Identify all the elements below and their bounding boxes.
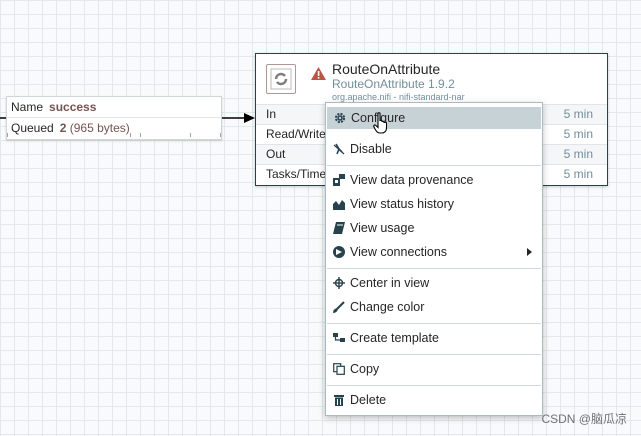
menu-item-center-in-view[interactable]: Center in view (326, 272, 542, 294)
warning-triangle-icon[interactable] (311, 67, 326, 80)
submenu-arrow-icon (527, 248, 532, 256)
menu-item-label: View connections (350, 245, 448, 259)
menu-separator (327, 165, 541, 166)
template-icon (333, 333, 345, 342)
copy-icon (333, 363, 345, 375)
menu-item-copy[interactable]: Copy (326, 358, 542, 380)
provenance-icon (333, 174, 345, 186)
stat-time: 5 min (563, 147, 593, 161)
area-chart-icon (333, 200, 345, 210)
menu-item-label: Change color (350, 300, 425, 314)
menu-item-delete[interactable]: Delete (326, 389, 542, 411)
stat-label: In (266, 107, 277, 121)
menu-item-label: Disable (350, 142, 392, 156)
menu-item-view-connections[interactable]: View connections (326, 241, 542, 263)
connections-icon (333, 246, 345, 258)
processor-bundle: org.apache.nifi - nifi-standard-nar (332, 92, 465, 102)
stat-time: 5 min (563, 127, 593, 141)
backpressure-ticks (7, 133, 221, 137)
stat-label: Out (266, 147, 286, 161)
paintbrush-icon (333, 301, 345, 313)
menu-item-create-template[interactable]: Create template (326, 327, 542, 349)
menu-item-view-status-history[interactable]: View status history (326, 193, 542, 215)
stat-label: Tasks/Time (266, 167, 327, 181)
menu-item-disable[interactable]: Disable (326, 138, 542, 160)
processor-header: RouteOnAttribute RouteOnAttribute 1.9.2 … (256, 54, 607, 105)
menu-item-label: View status history (350, 197, 454, 211)
menu-item-label: Copy (350, 362, 380, 376)
menu-item-configure[interactable]: Configure (327, 107, 541, 129)
stat-time: 5 min (563, 167, 593, 181)
hand-cursor-icon (373, 112, 388, 134)
book-icon (333, 222, 345, 234)
menu-item-label: Center in view (350, 276, 430, 290)
disable-icon (333, 143, 345, 155)
stat-time: 5 min (563, 107, 593, 121)
processor-icon (266, 64, 296, 94)
watermark: CSDN @脑瓜凉 (541, 412, 627, 426)
gear-icon (334, 112, 346, 124)
processor-name: RouteOnAttribute (332, 61, 441, 77)
menu-separator (327, 385, 541, 386)
connection-name-row: Name success (7, 97, 221, 117)
menu-separator (327, 268, 541, 269)
menu-item-label: Create template (350, 331, 439, 345)
trash-icon (334, 395, 344, 406)
crosshair-icon (333, 277, 345, 289)
menu-item-label: View data provenance (350, 173, 474, 187)
processor-type: RouteOnAttribute 1.9.2 (332, 77, 455, 91)
menu-item-view-data-provenance[interactable]: View data provenance (326, 169, 542, 191)
context-menu: Configure Disable View data provenance V… (325, 102, 543, 416)
connection-name-value: success (49, 100, 97, 114)
connection-label[interactable]: Name success Queued 2 (965 bytes) (6, 96, 222, 140)
menu-item-change-color[interactable]: Change color (326, 296, 542, 318)
menu-item-view-usage[interactable]: View usage (326, 217, 542, 239)
connection-name-label: Name (11, 100, 44, 114)
menu-item-label: Delete (350, 393, 387, 407)
menu-separator (327, 354, 541, 355)
menu-item-label: View usage (350, 221, 415, 235)
menu-separator (327, 323, 541, 324)
stat-label: Read/Write (266, 127, 326, 141)
